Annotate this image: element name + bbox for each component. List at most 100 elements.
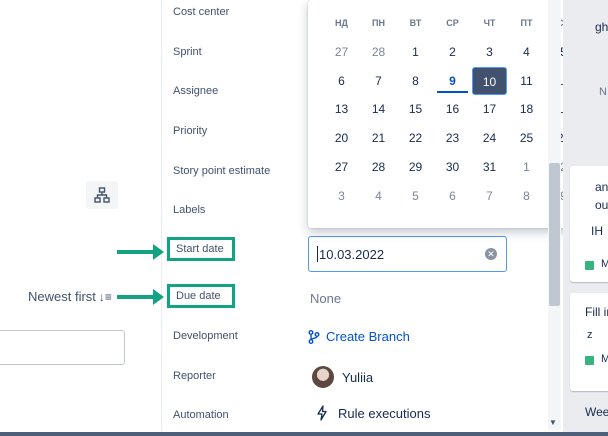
calendar-day[interactable]: 11 bbox=[508, 67, 545, 95]
calendar-day[interactable]: 27 bbox=[323, 153, 360, 181]
board-card[interactable]: an ou IH M bbox=[570, 166, 608, 282]
calendar-week: 6 7 8 9 10 11 12 bbox=[323, 67, 582, 95]
calendar-week: 27 28 29 30 31 1 2 bbox=[323, 153, 582, 181]
board-card-title: Fill in bbox=[585, 305, 608, 319]
weekday-label: ПН bbox=[372, 18, 385, 28]
calendar-day[interactable]: 24 bbox=[471, 124, 508, 152]
hierarchy-icon bbox=[94, 187, 110, 203]
start-date-input[interactable]: 10.03.2022 ✕ bbox=[308, 236, 507, 272]
calendar-day[interactable]: 7 bbox=[360, 67, 397, 95]
calendar-day[interactable]: 28 bbox=[360, 38, 397, 66]
calendar-day[interactable]: 13 bbox=[323, 95, 360, 123]
calendar-day[interactable]: 6 bbox=[434, 182, 471, 210]
bottom-bar bbox=[0, 432, 608, 436]
create-branch-link[interactable]: Create Branch bbox=[308, 329, 410, 344]
calendar-day[interactable]: 20 bbox=[323, 124, 360, 152]
calendar-day[interactable]: 2 bbox=[434, 38, 471, 66]
calendar-day[interactable]: 31 bbox=[471, 153, 508, 181]
annotation-arrow-start-date bbox=[117, 244, 164, 260]
weekday-label: ПТ bbox=[520, 18, 533, 28]
clear-icon[interactable]: ✕ bbox=[485, 248, 497, 260]
calendar-day[interactable]: 18 bbox=[508, 95, 545, 123]
field-label-reporter: Reporter bbox=[173, 370, 216, 382]
board-card-title: IH bbox=[591, 224, 603, 238]
calendar-day[interactable]: 27 bbox=[323, 38, 360, 66]
calendar-day[interactable]: 29 bbox=[397, 153, 434, 181]
board-card[interactable]: Fill in z M bbox=[570, 293, 608, 391]
story-icon bbox=[585, 356, 594, 365]
calendar-day[interactable]: 4 bbox=[360, 182, 397, 210]
calendar-week: 27 28 1 2 3 4 5 bbox=[323, 38, 582, 66]
story-icon bbox=[585, 261, 594, 270]
field-label-cost-center: Cost center bbox=[173, 6, 230, 18]
calendar-day[interactable]: 5 bbox=[397, 182, 434, 210]
calendar-week: 20 21 22 23 24 25 26 bbox=[323, 124, 582, 152]
field-list: Cost center Sprint Assignee Priority Sto… bbox=[162, 0, 308, 436]
field-label-start-date: Start date bbox=[167, 237, 235, 261]
branch-icon bbox=[308, 329, 320, 344]
board-card-key: M bbox=[601, 353, 608, 365]
text-caret bbox=[317, 246, 318, 262]
calendar-day[interactable]: 21 bbox=[360, 124, 397, 152]
lightning-icon bbox=[317, 405, 327, 421]
calendar-day-selected[interactable]: 10 bbox=[472, 67, 507, 95]
calendar-day[interactable]: 6 bbox=[323, 67, 360, 95]
board-text: gh bbox=[595, 20, 608, 34]
calendar-day[interactable]: 3 bbox=[471, 38, 508, 66]
calendar-day[interactable]: 28 bbox=[360, 153, 397, 181]
calendar-day[interactable]: 25 bbox=[508, 124, 545, 152]
board-card-key: M bbox=[601, 258, 608, 270]
calendar-day[interactable]: 8 bbox=[508, 182, 545, 210]
field-label-automation: Automation bbox=[173, 409, 229, 421]
board-card-title: ou bbox=[595, 198, 608, 212]
scroll-down-icon[interactable]: ▼ bbox=[549, 418, 557, 427]
field-label-labels: Labels bbox=[173, 204, 206, 216]
board-card-meta: z bbox=[587, 329, 593, 341]
sort-label: Newest first bbox=[28, 289, 96, 304]
annotation-arrow-due-date bbox=[117, 289, 164, 305]
reporter-name: Yuliia bbox=[342, 369, 374, 385]
rule-executions-label: Rule executions bbox=[338, 405, 431, 421]
start-date-value: 10.03.2022 bbox=[319, 246, 385, 262]
due-date-value[interactable]: None bbox=[310, 291, 341, 306]
sort-toggle[interactable]: Newest first ↓≡ bbox=[28, 289, 112, 304]
calendar-day-today[interactable]: 9 bbox=[434, 67, 471, 95]
comment-input[interactable] bbox=[0, 330, 125, 365]
field-label-due-date: Due date bbox=[167, 284, 235, 308]
weekday-label: СР bbox=[446, 18, 459, 28]
reporter-value[interactable]: Yuliia bbox=[312, 366, 373, 388]
calendar-day[interactable]: 23 bbox=[434, 124, 471, 152]
weekday-label: НД bbox=[335, 18, 348, 28]
sort-icon: ↓≡ bbox=[98, 289, 112, 304]
weekday-label: ВТ bbox=[409, 18, 422, 28]
create-branch-label: Create Branch bbox=[326, 329, 410, 344]
board-column: gh N an ou IH M Fill in z M Wee bbox=[563, 0, 608, 436]
calendar-day[interactable]: 22 bbox=[397, 124, 434, 152]
field-label-priority: Priority bbox=[173, 125, 208, 137]
date-picker-calendar: НД ПН ВТ СР ЧТ ПТ СБ 27 28 1 2 3 4 5 6 7… bbox=[308, 0, 586, 228]
weekday-label: ЧТ bbox=[483, 18, 496, 28]
calendar-day[interactable]: 14 bbox=[360, 95, 397, 123]
field-label-assignee: Assignee bbox=[173, 85, 219, 97]
calendar-day[interactable]: 15 bbox=[397, 95, 434, 123]
board-card-title: an bbox=[595, 180, 608, 194]
avatar bbox=[312, 366, 334, 388]
calendar-day[interactable]: 4 bbox=[508, 38, 545, 66]
board-text: N bbox=[599, 86, 607, 98]
field-label-story-points: Story point estimate bbox=[173, 165, 271, 177]
rule-executions-link[interactable]: Rule executions bbox=[316, 405, 431, 421]
calendar-day[interactable]: 16 bbox=[434, 95, 471, 123]
calendar-day[interactable]: 1 bbox=[508, 153, 545, 181]
scrollbar-thumb[interactable] bbox=[549, 163, 560, 306]
calendar-day[interactable]: 17 bbox=[471, 95, 508, 123]
hierarchy-button[interactable] bbox=[86, 181, 118, 209]
calendar-day[interactable]: 1 bbox=[397, 38, 434, 66]
calendar-day[interactable]: 3 bbox=[323, 182, 360, 210]
calendar-week: 3 4 5 6 7 8 9 bbox=[323, 182, 582, 210]
calendar-day[interactable]: 7 bbox=[471, 182, 508, 210]
calendar-week: 13 14 15 16 17 18 19 bbox=[323, 95, 582, 123]
left-pane: Newest first ↓≡ bbox=[0, 0, 162, 436]
field-label-development: Development bbox=[173, 330, 238, 342]
calendar-day[interactable]: 30 bbox=[434, 153, 471, 181]
calendar-day[interactable]: 8 bbox=[397, 67, 434, 95]
